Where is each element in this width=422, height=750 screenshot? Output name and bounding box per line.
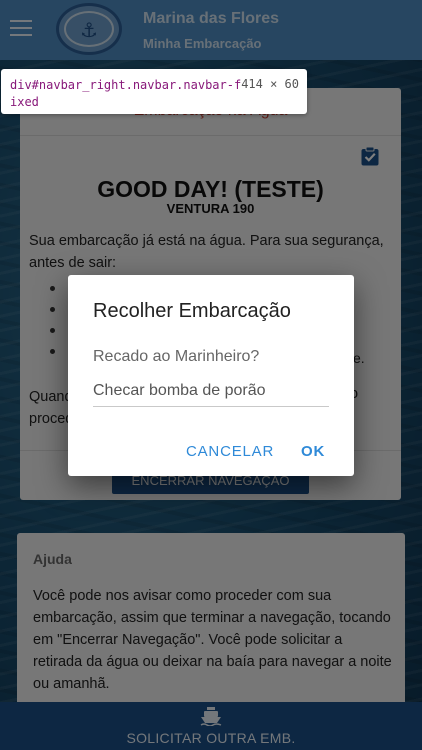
cancel-button[interactable]: CANCELAR — [186, 443, 274, 460]
ok-button[interactable]: OK — [301, 443, 325, 460]
devtools-selector: div#navbar_right.navbar.navbar-fixed — [10, 78, 242, 109]
dialog-title: Recolher Embarcação — [93, 300, 291, 322]
devtools-inspect-tooltip: div#navbar_right.navbar.navbar-fixed 414… — [1, 69, 307, 114]
retrieve-boat-dialog: Recolher Embarcação Recado ao Marinheiro… — [68, 275, 354, 476]
note-label: Recado ao Marinheiro? — [93, 348, 260, 365]
devtools-dimensions: 414 × 60 — [241, 77, 299, 91]
note-input[interactable] — [93, 375, 329, 407]
